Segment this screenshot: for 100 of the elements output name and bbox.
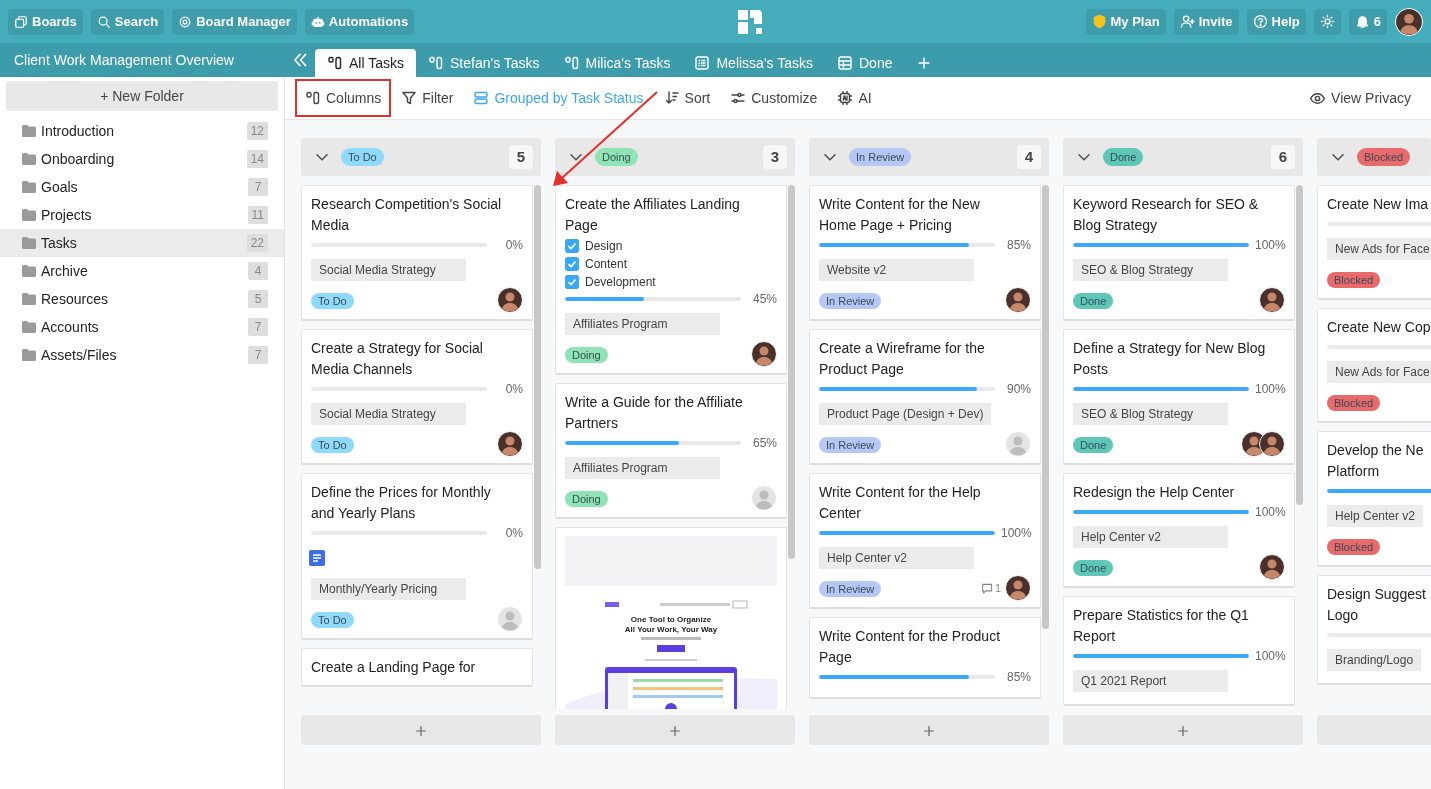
task-card[interactable]: Create New Ima New Ads for Face Blocked [1317,185,1431,300]
status-label: In Review [819,292,882,309]
folder-label: Onboarding [41,149,115,169]
new-folder-button[interactable]: + New Folder [6,81,278,111]
folder-count: 7 [248,178,268,196]
task-card[interactable]: Write Content for the Product Page 85% [809,617,1041,699]
column-count: 4 [1017,145,1041,169]
website-preview-card[interactable]: One Tool to Organize All Your Work, Your Way [555,527,787,709]
checkbox[interactable] [565,275,579,289]
task-card[interactable]: Write Content for the Help Center 100% Help Center v2 In Review 1 [809,473,1041,609]
avatar[interactable] [1395,7,1423,36]
avatar[interactable] [1005,287,1031,313]
card-title: Prepare Statistics for the Q1 Report [1073,606,1250,646]
folder-icon [22,349,36,361]
checkbox[interactable] [565,239,579,253]
project-tag: Affiliates Program [565,457,720,479]
folder-item[interactable]: Assets/Files 7 [0,341,284,369]
progress-percent: 0% [504,381,523,398]
progress-percent: 65% [751,435,777,452]
folder-item[interactable]: Goals 7 [0,173,284,201]
bell-icon [1354,14,1370,29]
task-card[interactable]: Create a Landing Page for [301,648,533,687]
ai-chip-icon [837,90,854,106]
toolbar-button[interactable]: Columns [295,79,392,117]
folder-icon [22,237,36,249]
card-title: Develop the Ne Platform [1327,441,1425,481]
folder-count: 14 [246,150,268,168]
view-privacy-button[interactable]: View Privacy [1299,79,1421,117]
task-card[interactable]: Create a Wireframe for the Product Page 90% Product Page (Design + Dev) In Review [809,329,1041,465]
card-title: Define a Strategy for New Blog Posts [1073,339,1267,379]
sliders-icon [730,90,747,106]
checkbox[interactable] [565,257,579,271]
folder-icon [22,153,36,165]
columns-icon [563,55,580,71]
card-title: Design Suggest Logo [1327,585,1427,625]
task-card[interactable]: Create New Cop New Ads for Face Blocked [1317,308,1431,423]
task-card[interactable]: Define a Strategy for New Blog Posts 100% SEO & Blog Strategy Done [1063,329,1295,465]
toolbar-button[interactable]: Customize [720,79,828,117]
project-tag: Product Page (Design + Dev) [819,403,992,425]
comment-count: 1 [994,580,1001,596]
theme-button[interactable] [1313,8,1341,35]
status-label: Blocked [1327,394,1381,411]
status-label: To Do [311,292,354,309]
avatar[interactable] [1005,575,1031,601]
task-card[interactable]: Redesign the Help Center 100% Help Center v2 Done [1063,473,1295,588]
tab[interactable]: All Tasks [315,49,416,77]
scrollbar-thumb[interactable] [788,185,795,559]
avatar[interactable] [497,431,523,457]
task-card[interactable]: Write Content for the New Home Page + Pricing 85% Website v2 In Review [809,185,1041,321]
task-card[interactable]: Research Competition's Social Media 0% Social Media Strategy To Do [301,185,533,321]
column-count: 5 [509,145,533,169]
task-card[interactable]: Prepare Statistics for the Q1 Report 100% Q1 2021 Report [1063,596,1295,706]
folder-icon [22,293,36,305]
folder-item[interactable]: Archive 4 [0,257,284,285]
card-title: Create a Landing Page for [311,658,477,677]
folder-item[interactable]: Tasks 22 [0,229,284,257]
card-title: Create New Cop [1327,318,1431,337]
project-tag: New Ads for Face [1327,238,1431,260]
card-title: Write Content for the New Home Page + Pricing [819,195,981,235]
status-label: To Do [311,611,354,628]
toolbar-button[interactable]: Filter [391,79,464,117]
task-card[interactable]: Create the Affiliates Landing Page Design Content Development 45% Affiliates Program Doing [555,185,787,375]
task-card[interactable]: Develop the Ne Platform Help Center v2 Blocked [1317,431,1431,567]
folder-item[interactable]: Accounts 7 [0,313,284,341]
sun-icon [1319,14,1335,29]
scrollbar-thumb[interactable] [1042,185,1049,629]
folder-icon [22,321,36,333]
avatar[interactable] [1259,431,1285,457]
progress-percent: 100% [1255,504,1285,521]
progress-percent: 85% [1005,237,1031,254]
card-title: Create the Affiliates Landing Page [565,195,741,235]
plus-icon [1176,723,1190,738]
avatar[interactable] [497,287,523,313]
toolbar-button[interactable]: Sort [653,79,721,117]
task-card[interactable]: Write a Guide for the Affiliate Partners 65% Affiliates Program Doing [555,383,787,519]
document-icon[interactable] [309,550,325,567]
folder-item[interactable]: Resources 5 [0,285,284,313]
task-card[interactable]: Define the Prices for Monthly and Yearly Plans 0% Monthly/Yearly Pricing To Do [301,473,533,640]
folder-item[interactable]: Onboarding 14 [0,145,284,173]
project-tag: Q1 2021 Report [1073,670,1228,692]
folder-item[interactable]: Introduction 12 [0,117,284,145]
avatar[interactable] [1259,287,1285,313]
preview-headline: One Tool to Organize All Your Work, Your Way [623,615,719,635]
scrollbar-thumb[interactable] [534,185,541,569]
list-icon [694,55,711,71]
task-card[interactable]: Keyword Research for SEO & Blog Strategy 100% SEO & Blog Strategy Done [1063,185,1295,321]
folder-item[interactable]: Projects 11 [0,201,284,229]
logo-icon[interactable] [735,7,764,36]
card-title: Create a Wireframe for the Product Page [819,339,986,379]
avatar[interactable] [751,341,777,367]
progress-percent: 90% [1005,381,1031,398]
project-tag: Branding/Logo [1327,649,1422,671]
help-icon [1252,14,1268,29]
task-card[interactable]: Design Suggest Logo Branding/Logo [1317,575,1431,685]
avatar[interactable] [1259,554,1285,580]
toolbar-button[interactable]: AI [827,79,882,117]
scrollbar-thumb[interactable] [1296,185,1303,505]
progress-percent: 0% [504,525,523,542]
task-card[interactable]: Create a Strategy for Social Media Channels 0% Social Media Strategy To Do [301,329,533,465]
folder-count: 7 [248,318,268,336]
